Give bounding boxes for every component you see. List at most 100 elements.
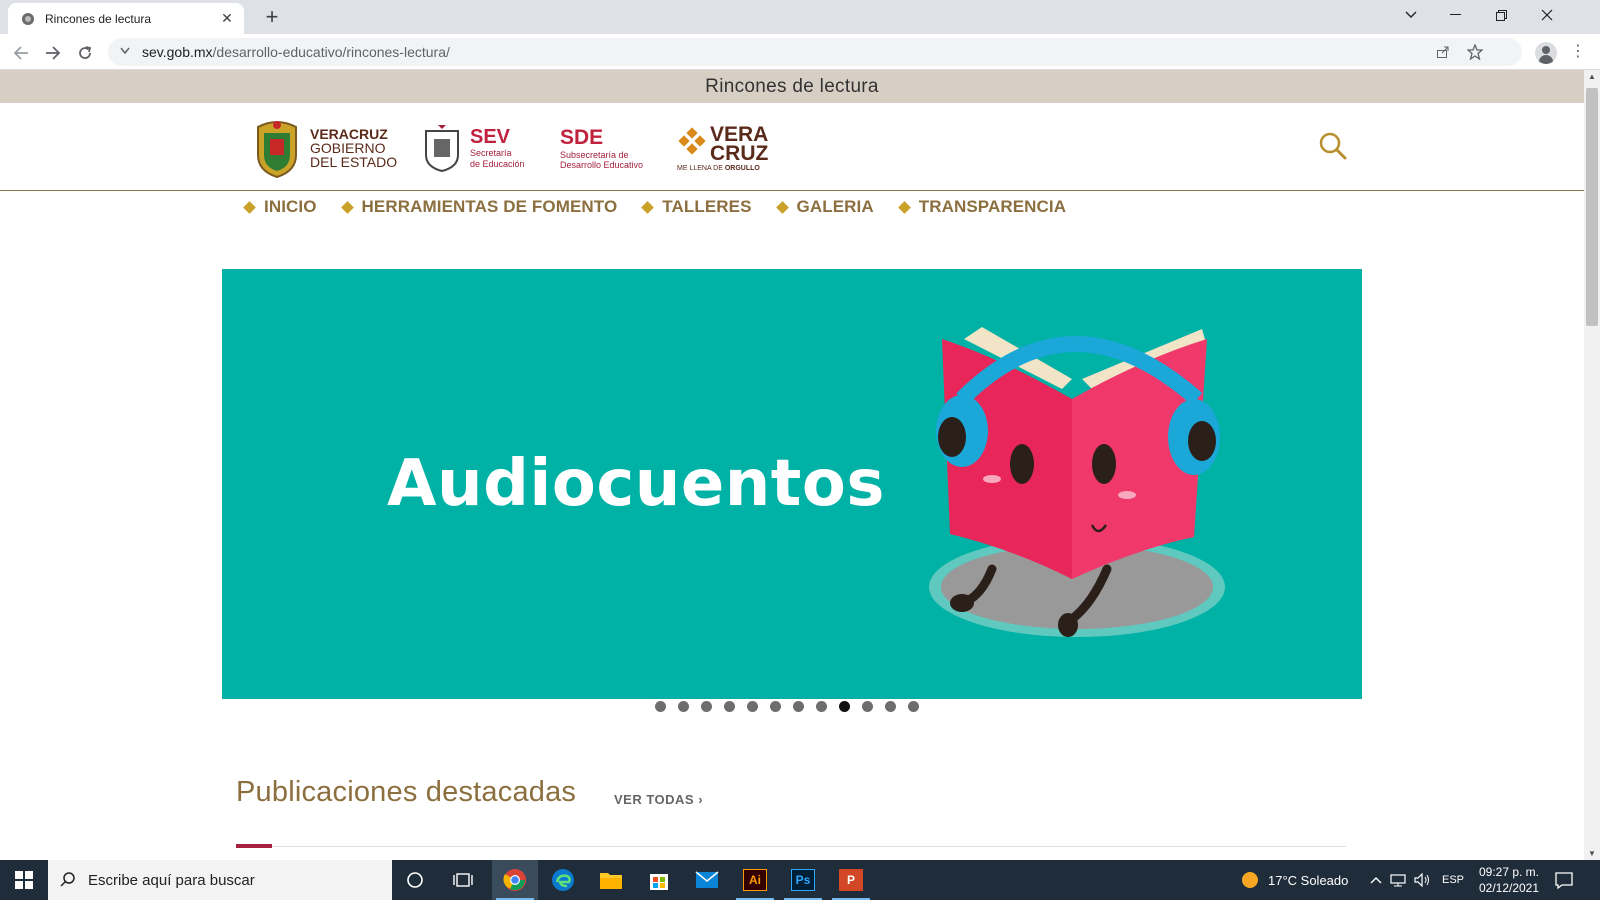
section-divider bbox=[236, 846, 1346, 847]
diamond-icon bbox=[340, 200, 354, 214]
carousel-dot-7[interactable] bbox=[793, 701, 804, 712]
close-window-button[interactable] bbox=[1524, 0, 1570, 30]
show-hidden-icons-icon[interactable] bbox=[1370, 860, 1382, 900]
carousel-dot-1[interactable] bbox=[655, 701, 666, 712]
veracruz-brand-logo[interactable]: VERA CRUZ ME LLENA DE ORGULLO bbox=[677, 117, 768, 179]
carousel-dot-3[interactable] bbox=[701, 701, 712, 712]
clock-date: 02/12/2021 bbox=[1478, 881, 1540, 895]
address-bar[interactable]: sev.gob.mx/desarrollo-educativo/rincones… bbox=[108, 38, 1522, 66]
sev-shield-icon bbox=[425, 125, 459, 173]
illustrator-app-icon[interactable]: Ai bbox=[732, 860, 778, 900]
browser-tab[interactable]: Rincones de lectura ✕ bbox=[8, 3, 244, 34]
search-icon[interactable] bbox=[1318, 131, 1348, 161]
tab-search-icon[interactable] bbox=[1388, 0, 1434, 30]
carousel-dot-2[interactable] bbox=[678, 701, 689, 712]
back-arrow-icon[interactable] bbox=[8, 40, 34, 66]
url-text: sev.gob.mx/desarrollo-educativo/rincones… bbox=[142, 44, 450, 60]
diamond-icon bbox=[641, 200, 655, 214]
browser-toolbar: sev.gob.mx/desarrollo-educativo/rincones… bbox=[0, 34, 1600, 70]
logo-text-gobierno: GOBIERNO bbox=[310, 140, 386, 156]
minimize-button[interactable] bbox=[1432, 0, 1478, 30]
windows-start-icon[interactable] bbox=[0, 860, 48, 900]
scroll-down-icon[interactable]: ▼ bbox=[1588, 849, 1596, 858]
site-header: VERACRUZ GOBIERNO DEL ESTADO SEV Secreta… bbox=[0, 103, 1584, 191]
photoshop-app-icon[interactable]: Ps bbox=[780, 860, 826, 900]
logo-text-sev: SEV bbox=[470, 126, 511, 148]
veracruz-government-logo[interactable]: VERACRUZ GOBIERNO DEL ESTADO bbox=[252, 117, 397, 179]
diamond-icon bbox=[243, 200, 256, 214]
weather-widget[interactable]: 17°C Soleado bbox=[1240, 860, 1348, 900]
logo-tagline: ME LLENA DE ORGULLO bbox=[677, 164, 760, 172]
section-accent-bar bbox=[236, 844, 272, 848]
profile-avatar-icon[interactable] bbox=[1535, 42, 1557, 64]
main-nav: INICIO HERRAMIENTAS DE FOMENTO TALLERES … bbox=[243, 194, 1092, 220]
bookmark-star-icon[interactable] bbox=[1464, 38, 1486, 66]
store-app-icon[interactable] bbox=[636, 860, 682, 900]
sde-logo[interactable]: SDE Subsecretaría de Desarrollo Educativ… bbox=[560, 117, 643, 179]
diamond-icon bbox=[775, 200, 789, 214]
logo-text-educacion: de Educación bbox=[470, 159, 525, 169]
scrollbar-thumb[interactable] bbox=[1586, 88, 1598, 326]
cortana-icon[interactable] bbox=[392, 860, 438, 900]
clock-time: 09:27 p. m. bbox=[1478, 865, 1540, 879]
edge-app-icon[interactable] bbox=[540, 860, 586, 900]
taskbar-search-box[interactable]: Escribe aquí para buscar bbox=[48, 860, 392, 900]
coat-of-arms-icon bbox=[257, 121, 297, 179]
forward-arrow-icon[interactable] bbox=[40, 40, 66, 66]
reload-icon[interactable] bbox=[72, 40, 98, 66]
logo-text-vera: VERA bbox=[710, 122, 769, 146]
nav-item-inicio[interactable]: INICIO bbox=[243, 197, 317, 217]
veracruz-pattern-icon bbox=[678, 126, 706, 155]
logo-text-del-estado: DEL ESTADO bbox=[310, 154, 398, 170]
logo-text-secretaria: Secretaría bbox=[470, 148, 512, 158]
new-tab-button[interactable]: + bbox=[258, 4, 286, 32]
browser-menu-icon[interactable]: ⋮ bbox=[1570, 42, 1586, 64]
carousel-dot-6[interactable] bbox=[770, 701, 781, 712]
featured-publications-heading: Publicaciones destacadas bbox=[236, 776, 577, 808]
taskbar-search-icon bbox=[60, 872, 75, 887]
carousel-dot-4[interactable] bbox=[724, 701, 735, 712]
nav-item-herramientas[interactable]: HERRAMIENTAS DE FOMENTO bbox=[340, 197, 618, 217]
sev-logo[interactable]: SEV Secretaría de Educación bbox=[422, 117, 525, 179]
site-info-icon[interactable] bbox=[120, 46, 136, 58]
carousel-dot-10[interactable] bbox=[862, 701, 873, 712]
tab-title: Rincones de lectura bbox=[45, 11, 152, 26]
taskbar-search-placeholder: Escribe aquí para buscar bbox=[88, 871, 255, 889]
weather-text: 17°C Soleado bbox=[1268, 872, 1349, 888]
carousel-dot-12[interactable] bbox=[908, 701, 919, 712]
restore-button[interactable] bbox=[1478, 0, 1524, 30]
network-icon[interactable] bbox=[1390, 860, 1406, 900]
chrome-app-icon[interactable] bbox=[492, 860, 538, 900]
carousel-dot-8[interactable] bbox=[816, 701, 827, 712]
logo-text-veracruz: VERACRUZ bbox=[310, 126, 388, 142]
powerpoint-app-icon[interactable]: P bbox=[828, 860, 874, 900]
task-view-icon[interactable] bbox=[440, 860, 486, 900]
mail-app-icon[interactable] bbox=[684, 860, 730, 900]
logo-text-cruz: CRUZ bbox=[710, 141, 769, 165]
file-explorer-icon[interactable] bbox=[588, 860, 634, 900]
volume-icon[interactable] bbox=[1414, 860, 1432, 900]
page-viewport: Rincones de lectura VERACRUZ GOBIERNO DE… bbox=[0, 70, 1584, 860]
sun-icon bbox=[1242, 872, 1258, 888]
share-icon[interactable] bbox=[1432, 38, 1454, 66]
taskbar-clock[interactable]: 09:27 p. m. 02/12/2021 bbox=[1474, 864, 1544, 896]
site-title: Rincones de lectura bbox=[705, 75, 879, 97]
nav-item-talleres[interactable]: TALLERES bbox=[641, 197, 751, 217]
diamond-icon bbox=[897, 200, 911, 214]
carousel-dot-5[interactable] bbox=[747, 701, 758, 712]
carousel-dots bbox=[655, 701, 931, 712]
tab-close-icon[interactable]: ✕ bbox=[218, 10, 236, 27]
page-scrollbar[interactable]: ▲ ▼ bbox=[1584, 70, 1600, 860]
language-indicator[interactable]: ESP bbox=[1442, 860, 1464, 900]
carousel-dot-11[interactable] bbox=[885, 701, 896, 712]
carousel-dot-9[interactable] bbox=[839, 701, 850, 712]
book-mascot-with-headphones-icon bbox=[929, 327, 1225, 637]
notification-center-icon[interactable] bbox=[1554, 870, 1574, 890]
slide-title: Audiocuentos bbox=[387, 447, 885, 521]
nav-item-transparencia[interactable]: TRANSPARENCIA bbox=[897, 197, 1066, 217]
hero-carousel[interactable]: Audiocuentos bbox=[222, 269, 1362, 699]
nav-item-galeria[interactable]: GALERIA bbox=[775, 197, 874, 217]
scroll-up-icon[interactable]: ▲ bbox=[1588, 72, 1596, 81]
see-all-link[interactable]: VER TODAS › bbox=[614, 792, 703, 807]
site-title-band: Rincones de lectura bbox=[0, 70, 1584, 103]
